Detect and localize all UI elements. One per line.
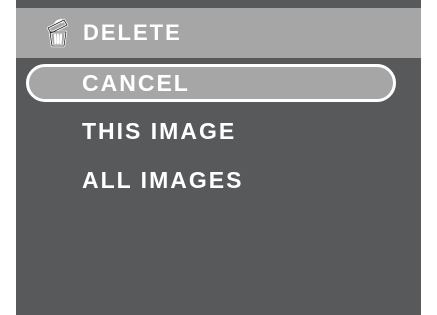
menu-item-cancel[interactable]: CANCEL <box>26 64 396 102</box>
trash-can-icon <box>42 18 74 48</box>
delete-menu-screen: DELETE CANCEL THIS IMAGE ALL IMAGES <box>16 0 421 315</box>
menu-item-all-images[interactable]: ALL IMAGES <box>26 161 396 199</box>
menu-item-this-image[interactable]: THIS IMAGE <box>26 112 396 150</box>
menu-title: DELETE <box>83 20 182 45</box>
menu-header: DELETE <box>16 8 421 58</box>
